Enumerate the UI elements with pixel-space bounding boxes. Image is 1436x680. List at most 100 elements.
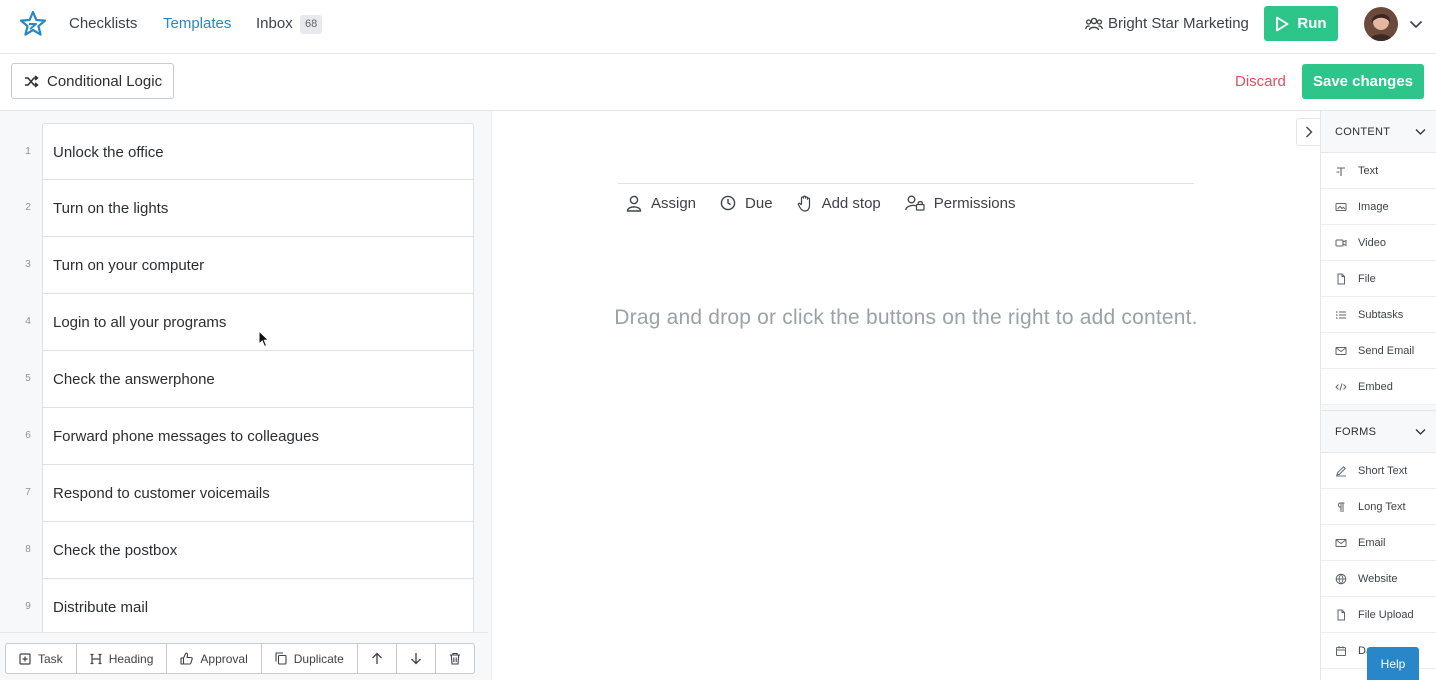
sidebar-item-short-text[interactable]: Short Text	[1321, 453, 1436, 489]
sidebar-item-label: Send Email	[1358, 344, 1415, 357]
delete-button[interactable]	[436, 644, 474, 673]
run-button[interactable]: Run	[1264, 6, 1338, 41]
nav-inbox[interactable]: Inbox	[256, 15, 293, 33]
chevron-down-icon	[1415, 428, 1426, 436]
content-editor: Assign Due Add stop Permissions Drag and…	[492, 111, 1320, 680]
paragraph-icon	[1335, 501, 1347, 513]
save-changes-button[interactable]: Save changes	[1302, 64, 1424, 99]
task-title: Unlock the office	[53, 144, 164, 161]
task-row[interactable]: 1 Unlock the office	[25, 123, 474, 180]
duplicate-label: Duplicate	[293, 651, 344, 666]
sidebar-item-label: Website	[1358, 572, 1398, 585]
help-button[interactable]: Help	[1367, 647, 1419, 680]
file-icon	[1335, 273, 1347, 285]
calendar-icon	[1335, 645, 1347, 657]
task-number: 4	[25, 316, 31, 327]
content-sidebar: CONTENT Text Image Video File Subtasks Send E…	[1320, 111, 1436, 680]
star-logo-icon[interactable]	[19, 10, 47, 38]
sidebar-item-email[interactable]: Email	[1321, 525, 1436, 561]
sidebar-item-send-email[interactable]: Send Email	[1321, 333, 1436, 369]
add-approval-label: Approval	[200, 651, 248, 666]
task-row[interactable]: 8 Check the postbox	[25, 522, 474, 579]
heading-icon	[90, 653, 102, 665]
move-down-button[interactable]	[397, 644, 436, 673]
sidebar-item-text[interactable]: Text	[1321, 153, 1436, 189]
arrow-up-icon	[371, 652, 383, 665]
copy-icon	[275, 652, 287, 665]
permissions-button[interactable]: Permissions	[904, 195, 1015, 212]
sidebar-item-file-upload[interactable]: File Upload	[1321, 597, 1436, 633]
organization-switcher[interactable]: Bright Star Marketing	[1085, 15, 1249, 32]
task-list: 1 Unlock the office 2 Turn on the lights 3 Tu…	[25, 123, 474, 636]
nav-templates[interactable]: Templates	[163, 15, 231, 33]
add-task-label: Task	[38, 651, 63, 666]
task-title: Respond to customer voicemails	[53, 485, 270, 502]
chevron-down-icon[interactable]	[1409, 18, 1423, 30]
task-row[interactable]: 7 Respond to customer voicemails	[25, 465, 474, 522]
sidebar-item-subtasks[interactable]: Subtasks	[1321, 297, 1436, 333]
task-row[interactable]: 3 Turn on your computer	[25, 237, 474, 294]
forms-items-list: Short Text Long Text Email Website File Uplo…	[1321, 453, 1436, 669]
due-button[interactable]: Due	[720, 195, 773, 212]
task-title: Turn on the lights	[53, 200, 169, 217]
file-icon	[1335, 609, 1347, 621]
sidebar-item-label: Short Text	[1358, 464, 1408, 477]
content-section-title: CONTENT	[1335, 125, 1391, 138]
task-number: 3	[25, 259, 31, 270]
clock-icon	[720, 195, 736, 211]
video-icon	[1335, 237, 1347, 249]
user-avatar[interactable]	[1364, 7, 1398, 41]
task-actions-group: Task Heading Approval Duplicate	[5, 643, 475, 674]
task-number: 1	[25, 146, 31, 157]
conditional-logic-button[interactable]: Conditional Logic	[11, 63, 174, 99]
sidebar-item-file[interactable]: File	[1321, 261, 1436, 297]
task-number: 5	[25, 373, 31, 384]
sidebar-item-label: Long Text	[1358, 500, 1406, 513]
sidebar-item-image[interactable]: Image	[1321, 189, 1436, 225]
task-row[interactable]: 5 Check the answerphone	[25, 351, 474, 408]
task-number: 6	[25, 430, 31, 441]
task-row[interactable]: 6 Forward phone messages to colleagues	[25, 408, 474, 465]
chevron-right-icon	[1305, 126, 1313, 138]
duplicate-button[interactable]: Duplicate	[262, 644, 358, 673]
sidebar-item-label: Image	[1358, 200, 1389, 213]
shuffle-icon	[24, 74, 39, 88]
sidebar-item-website[interactable]: Website	[1321, 561, 1436, 597]
sidebar-item-label: File	[1358, 272, 1376, 285]
discard-button[interactable]: Discard	[1235, 73, 1286, 90]
run-label: Run	[1297, 15, 1327, 32]
list-icon	[1335, 309, 1347, 321]
user-lock-icon	[904, 195, 925, 211]
sidebar-item-embed[interactable]: Embed	[1321, 369, 1436, 405]
sidebar-item-label: Email	[1358, 536, 1386, 549]
sidebar-item-label: Text	[1358, 164, 1379, 177]
due-label: Due	[745, 194, 773, 212]
add-heading-button[interactable]: Heading	[77, 644, 168, 673]
task-title: Forward phone messages to colleagues	[53, 428, 319, 445]
envelope-icon	[1335, 345, 1347, 357]
task-row[interactable]: 2 Turn on the lights	[25, 180, 474, 237]
sidebar-item-label: Embed	[1358, 380, 1393, 393]
task-title: Check the postbox	[53, 542, 178, 559]
code-icon	[1335, 381, 1347, 393]
sidebar-item-video[interactable]: Video	[1321, 225, 1436, 261]
sidebar-item-label: File Upload	[1358, 608, 1414, 621]
content-section-header[interactable]: CONTENT	[1321, 111, 1436, 153]
add-stop-label: Add stop	[821, 194, 881, 212]
add-approval-button[interactable]: Approval	[167, 644, 262, 673]
move-up-button[interactable]	[358, 644, 397, 673]
sidebar-item-long-text[interactable]: Long Text	[1321, 489, 1436, 525]
forms-section-header[interactable]: FORMS	[1321, 411, 1436, 453]
add-stop-button[interactable]: Add stop	[797, 195, 881, 212]
task-title: Check the answerphone	[53, 371, 215, 388]
collapse-sidebar-button[interactable]	[1296, 118, 1320, 146]
chevron-down-icon	[1415, 128, 1426, 136]
nav-checklists[interactable]: Checklists	[69, 15, 137, 33]
globe-icon	[1335, 573, 1347, 585]
task-settings-bar: Assign Due Add stop Permissions	[626, 193, 1039, 213]
add-task-button[interactable]: Task	[6, 644, 77, 673]
task-row[interactable]: 9 Distribute mail	[25, 579, 474, 636]
mouse-cursor-icon	[258, 330, 270, 348]
envelope-icon	[1335, 537, 1347, 549]
assign-button[interactable]: Assign	[626, 195, 696, 212]
